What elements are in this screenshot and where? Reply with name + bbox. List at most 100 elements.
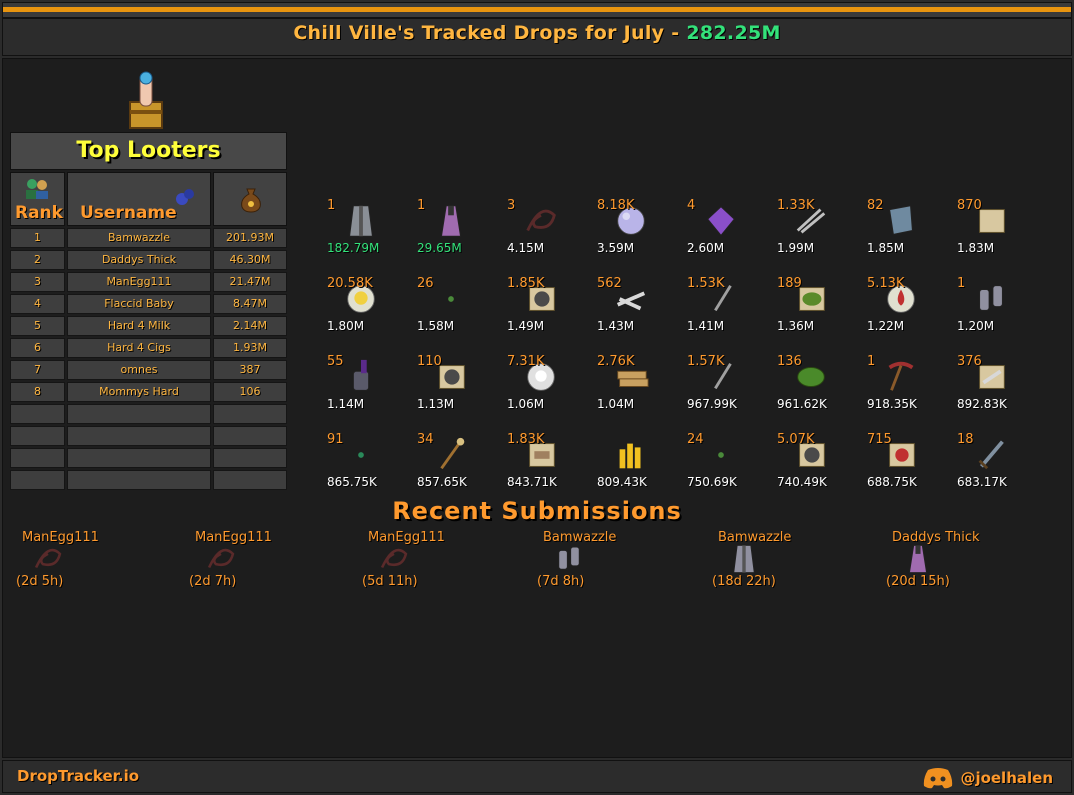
rank-cell: [10, 426, 65, 446]
item-value: 2.60M: [687, 241, 725, 255]
staff-icon: [440, 437, 465, 470]
item-value: 1.41M: [687, 319, 725, 333]
item-value: 1.58M: [417, 319, 455, 333]
item-quantity: 1: [327, 198, 336, 213]
footer: DropTracker.io @joelhalen: [2, 760, 1072, 793]
drop-item[interactable]: 1 918.35K: [865, 352, 955, 412]
recent-submission[interactable]: ManEgg111 (2d 5h): [16, 530, 136, 589]
drop-item[interactable]: 376 892.83K: [955, 352, 1045, 412]
drop-item[interactable]: 91 865.75K: [325, 430, 415, 490]
item-quantity: 1.57K: [687, 354, 725, 369]
rank-cell: 6: [10, 338, 65, 358]
rank-label: Rank: [15, 203, 63, 223]
table-row: 7 omnes 387: [10, 360, 287, 380]
rank-cell: 7: [10, 360, 65, 380]
rank-cell: [10, 448, 65, 468]
drop-item[interactable]: 34 857.65K: [415, 430, 505, 490]
item-quantity: 189: [777, 276, 802, 291]
username-header: Username: [67, 172, 211, 226]
table-row: 8 Mommys Hard 106: [10, 382, 287, 402]
seed-icon: [358, 452, 364, 458]
recent-submission[interactable]: ManEgg111 (2d 7h): [189, 530, 309, 589]
drop-item[interactable]: 8.18K 3.59M: [595, 196, 685, 256]
drop-item[interactable]: 1 29.65M: [415, 196, 505, 256]
table-row: [10, 448, 287, 468]
rank-cell: 1: [10, 228, 65, 248]
drop-item[interactable]: 4 2.60M: [685, 196, 775, 256]
item-value: 3.59M: [597, 241, 635, 255]
drop-item[interactable]: 1.57K 967.99K: [685, 352, 775, 412]
value-cell: [213, 404, 287, 424]
discord-handle[interactable]: @joelhalen: [922, 767, 1053, 789]
drop-item[interactable]: 1.85K 1.49M: [505, 274, 595, 334]
brand-link[interactable]: DropTracker.io: [17, 767, 139, 785]
table-row: 6 Hard 4 Cigs 1.93M: [10, 338, 287, 358]
drop-item[interactable]: 24 750.69K: [685, 430, 775, 490]
recent-submission[interactable]: Bamwazzle (18d 22h): [712, 530, 832, 589]
value-cell: 2.14M: [213, 316, 287, 336]
drop-item[interactable]: 55 1.14M: [325, 352, 415, 412]
recent-submission[interactable]: Daddys Thick (20d 15h): [886, 530, 1006, 589]
potion-icon: [176, 189, 194, 205]
item-quantity: 26: [417, 276, 434, 291]
gem-icon: [707, 206, 735, 236]
page-title: Chill Ville's Tracked Drops for July - 2…: [3, 22, 1071, 44]
rank-cell: 8: [10, 382, 65, 402]
item-value: 1.43M: [597, 319, 635, 333]
item-quantity: 91: [327, 432, 344, 447]
handle-text: @joelhalen: [960, 769, 1053, 787]
item-value: 892.83K: [957, 397, 1007, 411]
drop-item[interactable]: 18 683.17K: [955, 430, 1045, 490]
rank-cell: 2: [10, 250, 65, 270]
username-label: Username: [80, 203, 177, 223]
drop-item[interactable]: 189 1.36M: [775, 274, 865, 334]
drop-item[interactable]: 110 1.13M: [415, 352, 505, 412]
value-cell: 8.47M: [213, 294, 287, 314]
drop-item[interactable]: 20.58K 1.80M: [325, 274, 415, 334]
drop-item[interactable]: 3 4.15M: [505, 196, 595, 256]
recent-submissions-title: Recent Submissions: [392, 497, 682, 525]
item-value: 967.99K: [687, 397, 737, 411]
rank-cell: 4: [10, 294, 65, 314]
item-value: 1.85M: [867, 241, 905, 255]
drop-item[interactable]: 1.83K 843.71K: [505, 430, 595, 490]
username-cell: Hard 4 Milk: [67, 316, 211, 336]
top-looters-table: Top Looters Rank Username 1 Bamwazzle 20…: [10, 132, 287, 490]
drop-item[interactable]: 2.76K 1.04M: [595, 352, 685, 412]
value-cell: [213, 426, 287, 446]
item-value: 182.79M: [327, 241, 380, 255]
rank-cell: [10, 470, 65, 490]
drop-item[interactable]: 5.07K 740.49K: [775, 430, 865, 490]
whip-icon: [526, 209, 556, 232]
submission-age: (18d 22h): [712, 574, 776, 589]
drop-item[interactable]: 1 1.20M: [955, 274, 1045, 334]
money-bag-icon: [241, 188, 261, 213]
drop-item[interactable]: 82 1.85M: [865, 196, 955, 256]
item-value: 1.80M: [327, 319, 365, 333]
table-row: [10, 426, 287, 446]
item-value: 683.17K: [957, 475, 1007, 489]
table-row: 1 Bamwazzle 201.93M: [10, 228, 287, 248]
drop-item[interactable]: 870 1.83M: [955, 196, 1045, 256]
table-row: 5 Hard 4 Milk 2.14M: [10, 316, 287, 336]
value-header: [213, 172, 287, 226]
drop-item[interactable]: 7.31K 1.06M: [505, 352, 595, 412]
username-cell: [67, 448, 211, 468]
drop-item[interactable]: 26 1.58M: [415, 274, 505, 334]
item-quantity: 1.85K: [507, 276, 545, 291]
drop-item[interactable]: 715 688.75K: [865, 430, 955, 490]
item-value: 1.36M: [777, 319, 815, 333]
drop-item[interactable]: 1 182.79M: [325, 196, 415, 256]
item-quantity: 24: [687, 432, 704, 447]
recent-submission[interactable]: ManEgg111 (5d 11h): [362, 530, 482, 589]
item-value: 1.13M: [417, 397, 455, 411]
drop-item[interactable]: 1.53K 1.41M: [685, 274, 775, 334]
drop-item[interactable]: 136 961.62K: [775, 352, 865, 412]
drop-item[interactable]: 562 1.43M: [595, 274, 685, 334]
drop-item[interactable]: 1.33K 1.99M: [775, 196, 865, 256]
rank-cell: [10, 404, 65, 424]
drop-item[interactable]: 809.43K: [595, 430, 685, 490]
drop-item[interactable]: 5.13K 1.22M: [865, 274, 955, 334]
players-icon: [26, 179, 48, 199]
recent-submission[interactable]: Bamwazzle (7d 8h): [537, 530, 657, 589]
